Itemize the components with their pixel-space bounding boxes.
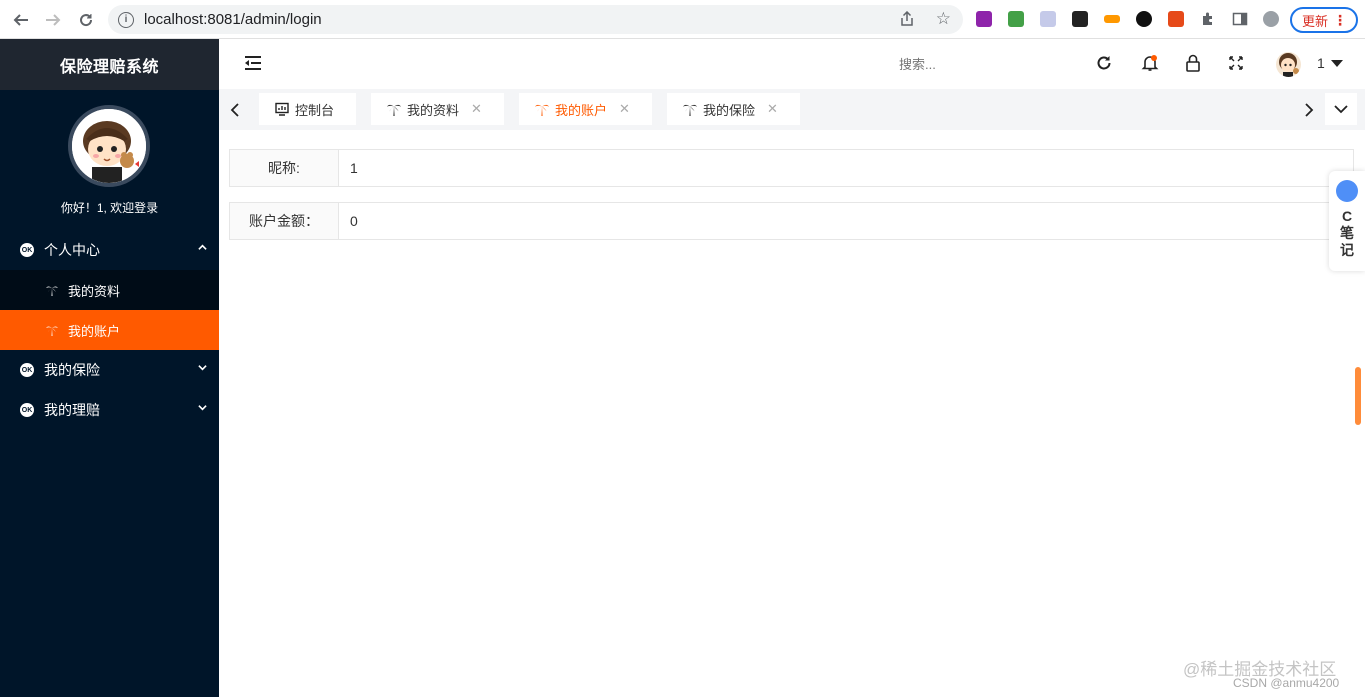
- tab-my-insurance[interactable]: 我的保险 ✕: [667, 93, 800, 125]
- close-icon[interactable]: ✕: [471, 101, 482, 117]
- refresh-icon[interactable]: [1095, 54, 1113, 72]
- sidebar-item-label: 个人中心: [44, 242, 100, 258]
- tabs-scroll-right-button[interactable]: [1293, 89, 1325, 130]
- avatar-illustration: [72, 109, 146, 183]
- top-header: 1: [219, 39, 1365, 89]
- url-text: localhost:8081/admin/login: [144, 11, 322, 28]
- note-logo-icon: [1336, 180, 1358, 202]
- tab-dashboard[interactable]: 控制台: [259, 93, 356, 125]
- balance-field[interactable]: [339, 203, 1353, 239]
- tabs-bar: 控制台 我的资料 ✕ 我的账户 ✕ 我的保险 ✕: [219, 89, 1365, 130]
- palm-tree-icon: [387, 104, 401, 116]
- lock-icon[interactable]: [1184, 54, 1202, 72]
- sidebar: 保险理赔系统 你好！1, 欢迎登录 OK 个人中心 我的资料 我的账户 OK 我…: [0, 39, 219, 697]
- reload-button[interactable]: [70, 4, 102, 36]
- chevron-down-icon: [1334, 105, 1348, 114]
- palm-tree-icon: [683, 104, 697, 116]
- extension-chat-icon[interactable]: [1008, 11, 1024, 27]
- extensions-puzzle-icon[interactable]: [1200, 11, 1216, 27]
- update-button-label: 更新: [1302, 13, 1329, 29]
- sidebar-avatar: [68, 105, 150, 187]
- sidebar-item-personal-center[interactable]: OK 个人中心: [0, 230, 219, 270]
- app-title: 保险理赔系统: [0, 39, 219, 90]
- watermark-csdn: CSDN @anmu4200: [1233, 676, 1340, 690]
- tab-label: 我的保险: [703, 102, 756, 118]
- chevron-right-icon: [1305, 102, 1314, 117]
- profile-icon[interactable]: [1263, 11, 1279, 27]
- nickname-row: 昵称:: [229, 149, 1354, 187]
- caret-down-icon[interactable]: [1331, 60, 1343, 67]
- share-icon[interactable]: [899, 10, 915, 31]
- extension-c-icon[interactable]: [1168, 11, 1184, 27]
- bookmark-star-icon[interactable]: ☆: [936, 9, 951, 29]
- address-bar[interactable]: i localhost:8081/admin/login ☆: [108, 5, 963, 34]
- back-button[interactable]: [5, 4, 37, 36]
- tab-my-account[interactable]: 我的账户 ✕: [519, 93, 652, 125]
- palm-tree-icon: [46, 286, 58, 296]
- sidebar-item-label: 我的保险: [44, 362, 100, 378]
- chevron-down-icon: [198, 405, 207, 411]
- browser-toolbar: i localhost:8081/admin/login ☆ 更新 ⋮: [0, 0, 1365, 39]
- arrow-right-icon: [46, 14, 61, 26]
- palm-tree-icon: [535, 104, 549, 116]
- note-widget-text: C 笔 记: [1340, 208, 1354, 258]
- scrollbar-thumb[interactable]: [1355, 367, 1361, 425]
- dashboard-monitor-icon: [275, 102, 289, 116]
- more-menu-icon[interactable]: ⋮: [1333, 11, 1347, 29]
- ok-icon: OK: [20, 363, 34, 377]
- chevron-left-icon: [230, 102, 239, 117]
- tab-label: 控制台: [295, 102, 335, 118]
- balance-label: 账户金额：: [230, 203, 339, 239]
- update-button[interactable]: 更新 ⋮: [1290, 7, 1358, 33]
- palm-tree-icon: [46, 326, 58, 336]
- extension-infinity-icon[interactable]: [1136, 11, 1152, 27]
- tabs-scroll-left-button[interactable]: [219, 89, 251, 130]
- fullscreen-icon[interactable]: [1227, 54, 1245, 72]
- welcome-text: 你好！1, 欢迎登录: [60, 201, 159, 215]
- close-icon[interactable]: ✕: [767, 101, 778, 117]
- tab-label: 我的资料: [407, 102, 460, 118]
- user-avatar[interactable]: [1276, 52, 1301, 77]
- forward-button[interactable]: [37, 4, 69, 36]
- extension-image-icon[interactable]: [1040, 11, 1056, 27]
- balance-row: 账户金额：: [229, 202, 1354, 240]
- sidebar-item-my-profile[interactable]: 我的资料: [0, 270, 219, 310]
- notification-bell-icon[interactable]: [1141, 54, 1159, 72]
- nickname-label: 昵称:: [230, 150, 339, 186]
- chevron-down-icon: [198, 365, 207, 371]
- tab-label: 我的账户: [555, 102, 608, 118]
- side-panel-icon[interactable]: [1232, 11, 1248, 27]
- tab-my-profile[interactable]: 我的资料 ✕: [371, 93, 504, 125]
- reload-icon: [80, 14, 93, 27]
- sidebar-item-label: 我的账户: [68, 323, 121, 339]
- ok-icon: OK: [20, 243, 34, 257]
- sidebar-item-my-account[interactable]: 我的账户: [0, 310, 219, 350]
- ok-icon: OK: [20, 403, 34, 417]
- search-input[interactable]: [899, 53, 1019, 75]
- tabs-dropdown-button[interactable]: [1325, 93, 1357, 125]
- sidebar-item-label: 我的理赔: [44, 402, 100, 418]
- extension-vip-icon[interactable]: [1104, 15, 1120, 23]
- avatar-illustration: [1279, 53, 1299, 77]
- header-username[interactable]: 1: [1317, 55, 1325, 71]
- info-icon[interactable]: i: [118, 11, 134, 28]
- nickname-field[interactable]: [339, 150, 1353, 186]
- menu-fold-icon[interactable]: [244, 55, 262, 71]
- close-icon[interactable]: ✕: [619, 101, 630, 117]
- sidebar-item-my-insurance[interactable]: OK 我的保险: [0, 350, 219, 390]
- arrow-left-icon: [13, 14, 28, 26]
- sidebar-item-label: 我的资料: [68, 283, 121, 299]
- chevron-up-icon: [198, 244, 207, 250]
- extension-game-icon[interactable]: [1072, 11, 1088, 27]
- extension-rp-icon[interactable]: [976, 11, 992, 27]
- note-widget[interactable]: C 笔 记: [1329, 171, 1365, 271]
- sidebar-item-my-claims[interactable]: OK 我的理赔: [0, 390, 219, 430]
